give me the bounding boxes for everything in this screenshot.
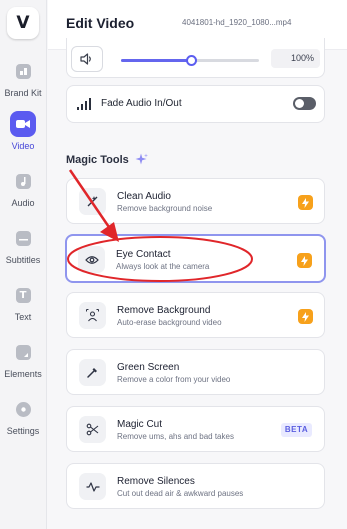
tool-name: Green Screen xyxy=(117,362,180,373)
volume-value[interactable]: 100% xyxy=(271,49,320,68)
tool-name: Magic Cut xyxy=(117,419,163,430)
tool-card-remove-silences[interactable]: Remove Silences Cut out dead air & awkwa… xyxy=(66,463,325,509)
volume-slider-handle[interactable] xyxy=(186,55,198,66)
sidebar-item-label: Subtitles xyxy=(5,255,41,265)
sidebar-item-label: Text xyxy=(14,312,32,322)
text-t-icon: T xyxy=(10,282,36,308)
tool-card-eye-contact[interactable]: Eye Contact Always look at the camera xyxy=(65,234,326,283)
beta-badge: BETA xyxy=(281,423,312,437)
fade-audio-toggle[interactable] xyxy=(293,97,316,110)
sidebar-item-elements[interactable]: Elements xyxy=(0,339,46,379)
volume-slider[interactable] xyxy=(121,55,259,66)
sidebar-item-audio[interactable]: Audio xyxy=(0,168,46,208)
tool-name: Clean Audio xyxy=(117,191,171,202)
lightning-bolt-icon xyxy=(297,253,312,268)
sidebar-item-label: Brand Kit xyxy=(4,88,42,98)
settings-icon xyxy=(10,396,36,422)
fade-audio-label: Fade Audio In/Out xyxy=(101,98,182,109)
eyedropper-icon xyxy=(79,359,106,386)
tool-description: Cut out dead air & awkward pauses xyxy=(117,489,244,498)
music-note-icon xyxy=(10,168,36,194)
tool-description: Always look at the camera xyxy=(116,262,210,271)
tool-card-clean-audio[interactable]: Clean Audio Remove background noise xyxy=(66,178,325,224)
sidebar-item-text[interactable]: T Text xyxy=(0,282,46,322)
signal-bars-icon xyxy=(77,98,93,110)
video-camera-icon xyxy=(10,111,36,137)
volume-slider-fill xyxy=(121,59,192,62)
brand-kit-icon xyxy=(10,58,36,84)
subtitles-icon xyxy=(10,225,36,251)
section-title: Magic Tools xyxy=(66,154,129,166)
elements-icon xyxy=(10,339,36,365)
tool-name: Eye Contact xyxy=(116,249,171,260)
tool-description: Remove ums, ahs and bad takes xyxy=(117,432,234,441)
app-logo[interactable]: V xyxy=(7,7,39,39)
tool-card-green-screen[interactable]: Green Screen Remove a color from your vi… xyxy=(66,349,325,395)
scissors-icon xyxy=(79,416,106,443)
sidebar-item-label: Elements xyxy=(4,369,42,379)
sidebar-item-settings[interactable]: Settings xyxy=(0,396,46,436)
sidebar-item-label: Audio xyxy=(11,198,35,208)
file-name: 4041801-hd_1920_1080...mp4 xyxy=(182,18,292,27)
eye-icon xyxy=(78,246,105,273)
volume-card: 100% xyxy=(66,38,325,78)
sidebar-item-video[interactable]: Video xyxy=(0,111,46,151)
toggle-knob xyxy=(295,99,304,108)
clean-audio-icon xyxy=(79,188,106,215)
person-cutout-icon xyxy=(79,302,106,329)
sidebar-item-label: Settings xyxy=(6,426,40,436)
tool-card-magic-cut[interactable]: Magic Cut Remove ums, ahs and bad takes … xyxy=(66,406,325,452)
tool-description: Remove background noise xyxy=(117,204,213,213)
sparkle-icon xyxy=(135,153,148,165)
lightning-bolt-icon xyxy=(298,195,313,210)
tool-description: Remove a color from your video xyxy=(117,375,231,384)
sidebar-item-label: Video xyxy=(11,141,35,151)
sidebar-item-subtitles[interactable]: Subtitles xyxy=(0,225,46,265)
lightning-bolt-icon xyxy=(298,309,313,324)
mute-button[interactable] xyxy=(71,46,103,72)
sidebar-item-brand-kit[interactable]: Brand Kit xyxy=(0,58,46,98)
speaker-icon xyxy=(80,53,91,65)
fade-audio-card: Fade Audio In/Out xyxy=(66,85,325,123)
page-title: Edit Video xyxy=(66,15,135,31)
waveform-icon xyxy=(79,473,106,500)
tool-description: Auto-erase background video xyxy=(117,318,222,327)
tool-name: Remove Silences xyxy=(117,476,195,487)
logo-letter: V xyxy=(16,13,30,33)
tool-name: Remove Background xyxy=(117,305,211,316)
tool-card-remove-background[interactable]: Remove Background Auto-erase background … xyxy=(66,292,325,338)
left-rail: V Brand Kit Video Audio Subtitles T Text xyxy=(0,0,47,529)
